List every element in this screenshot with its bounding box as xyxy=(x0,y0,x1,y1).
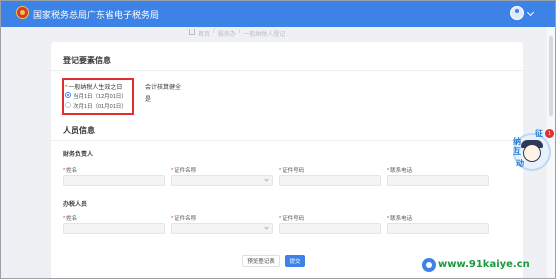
registration-section-title: 登记要素信息 xyxy=(63,56,111,65)
handler-phone-input[interactable] xyxy=(387,223,489,234)
label-text: 姓名 xyxy=(66,168,78,174)
finance-phone-label: *联系电话 xyxy=(387,168,413,174)
tax-emblem-icon xyxy=(16,6,29,19)
home-icon[interactable] xyxy=(189,29,195,35)
breadcrumb-sep: / xyxy=(238,29,241,35)
preview-registration-button[interactable]: 预览登记表 xyxy=(242,255,280,267)
personnel-section-title: 人员信息 xyxy=(63,126,95,135)
submit-button[interactable]: 提交 xyxy=(285,255,305,267)
label-text: 证件号码 xyxy=(282,216,305,222)
accounting-value: 是 xyxy=(145,97,152,103)
handler-name-input[interactable] xyxy=(63,223,165,234)
finance-name-label: *姓名 xyxy=(63,168,78,174)
watermark-text: www.91kaiye.cn xyxy=(438,259,530,270)
scrollbar-thumb[interactable] xyxy=(549,36,553,116)
label-text: 证件名称 xyxy=(174,168,197,174)
breadcrumb-current: 一般纳税人登记 xyxy=(243,32,286,38)
chevron-down-icon xyxy=(264,225,269,230)
assistant-char: 互 xyxy=(513,147,521,156)
breadcrumb: 首页 / 服务办 / 一般纳税人登记 xyxy=(198,29,285,38)
radio-current-month[interactable] xyxy=(65,92,71,98)
option-next-month-label[interactable]: 次月1日（01月01日） xyxy=(73,102,127,110)
option-current-month-label[interactable]: 当月1日（12月01日） xyxy=(73,92,127,100)
chevron-down-icon xyxy=(264,177,269,182)
radio-next-month[interactable] xyxy=(65,102,71,108)
user-avatar-icon[interactable] xyxy=(510,6,524,20)
divider xyxy=(51,140,523,141)
notification-badge: 1 xyxy=(545,129,554,138)
handler-id-type-select[interactable] xyxy=(171,223,273,234)
breadcrumb-home[interactable]: 首页 xyxy=(198,29,210,38)
assistant-char: 征 xyxy=(535,129,543,138)
breadcrumb-service[interactable]: 服务办 xyxy=(218,29,236,38)
finance-id-number-input[interactable] xyxy=(279,175,381,186)
divider xyxy=(51,70,523,71)
handler-subtitle: 办税人员 xyxy=(63,202,88,208)
handler-phone-label: *联系电话 xyxy=(387,216,413,222)
finance-subtitle: 财务负责人 xyxy=(63,152,94,158)
chevron-down-icon[interactable] xyxy=(526,8,535,17)
label-text: 证件名称 xyxy=(174,216,197,222)
finance-id-number-label: *证件号码 xyxy=(279,168,305,174)
finance-name-input[interactable] xyxy=(63,175,165,186)
handler-id-number-input[interactable] xyxy=(279,223,381,234)
watermark-logo-icon xyxy=(422,258,436,272)
finance-phone-input[interactable] xyxy=(387,175,489,186)
accounting-label: 会计核算健全 xyxy=(145,85,182,91)
handler-id-type-label: *证件名称 xyxy=(171,216,197,222)
effective-date-label: *一般纳税人生效之日 xyxy=(65,85,123,91)
app-title: 国家税务总局广东省电子税务局 xyxy=(33,10,160,20)
handler-name-label: *姓名 xyxy=(63,216,78,222)
handler-id-number-label: *证件号码 xyxy=(279,216,305,222)
finance-id-type-select[interactable] xyxy=(171,175,273,186)
label-text: 联系电话 xyxy=(390,216,413,222)
assistant-avatar-icon[interactable] xyxy=(523,144,541,162)
breadcrumb-sep: / xyxy=(213,29,215,35)
label-text: 联系电话 xyxy=(390,168,413,174)
label-text: 姓名 xyxy=(66,216,78,222)
effective-date-label-text: 一般纳税人生效之日 xyxy=(68,85,123,91)
main-card: 登记要素信息 *一般纳税人生效之日 当月1日（12月01日） 次月1日（01月0… xyxy=(51,42,523,279)
top-bar: 国家税务总局广东省电子税务局 xyxy=(0,0,556,27)
label-text: 证件号码 xyxy=(282,168,305,174)
assistant-char: 动 xyxy=(516,159,524,168)
finance-id-type-label: *证件名称 xyxy=(171,168,197,174)
